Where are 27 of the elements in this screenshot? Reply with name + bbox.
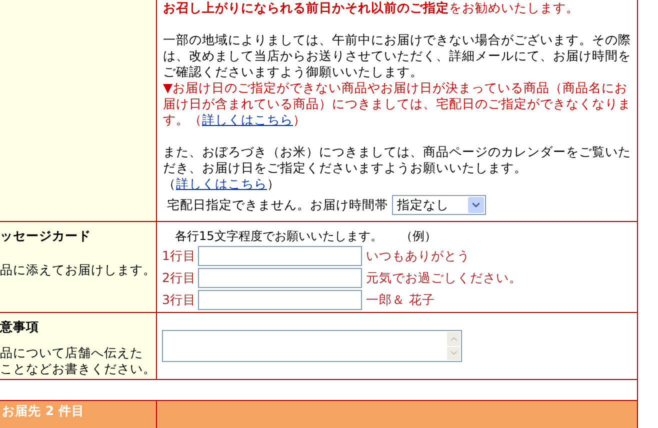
morning-delivery-notice: 一部の地域によりましては、午前中にお届けできない場合がございます。その際は、改めまして当店からお送りさせていただく、詳細メールにて、お届け時間をご確認くださいますよう御願いいたします。 bbox=[163, 32, 631, 80]
message-instruction: 各行15文字程度でお願いいたします。 bbox=[175, 228, 382, 244]
example-text: いつもありがとう bbox=[366, 248, 470, 264]
scroll-down-icon[interactable] bbox=[447, 346, 460, 360]
message-line-field[interactable] bbox=[198, 246, 362, 266]
next-section-title: お届先 2 件目 bbox=[2, 403, 86, 419]
details-link[interactable]: 詳しくはこちら bbox=[176, 176, 267, 191]
delivery-time-select[interactable]: 指定なし bbox=[392, 195, 486, 215]
delivery-advice-text: お召し上がりになられる前日かそれ以前のご指定をお勧めいたします。 bbox=[163, 0, 580, 16]
notes-description: ことなどお書きください。 bbox=[0, 361, 156, 377]
message-line-field[interactable] bbox=[198, 290, 362, 310]
message-line-field[interactable] bbox=[198, 268, 362, 288]
delivery-time-label: 宅配日指定できません。お届け時間帯 bbox=[167, 197, 388, 213]
example-text: 元気でお過ごしください。 bbox=[366, 270, 522, 286]
message-card-title: ッセージカード bbox=[0, 228, 92, 244]
notes-description: 品について店舗へ伝えた bbox=[0, 345, 144, 361]
line-label: 2行目 bbox=[162, 270, 196, 286]
delivery-warning-text: ▼お届け日のご指定ができない商品やお届け日が決まっている商品（商品名にお届け日が含まれている商品）につきましては、宅配日のご指定ができなくなります。（詳しくはこちら） bbox=[163, 80, 631, 128]
message-card-description: 品に添えてお届けします。 bbox=[0, 262, 156, 278]
scroll-up-icon[interactable] bbox=[447, 332, 460, 346]
example-label: （例） bbox=[400, 228, 436, 244]
line-label: 3行目 bbox=[162, 292, 196, 308]
notes-field[interactable] bbox=[162, 330, 462, 362]
line-label: 1行目 bbox=[162, 248, 196, 264]
details-link[interactable]: 詳しくはこちら bbox=[202, 112, 293, 127]
rice-delivery-notice: また、おぼろづき（お米）につきましては、商品ページのカレンダーをご覧いただき、お届け日をご指定くださいますようお願いいたします。（詳しくはこちら） bbox=[163, 144, 631, 192]
example-text: 一郎＆ 花子 bbox=[366, 292, 435, 308]
